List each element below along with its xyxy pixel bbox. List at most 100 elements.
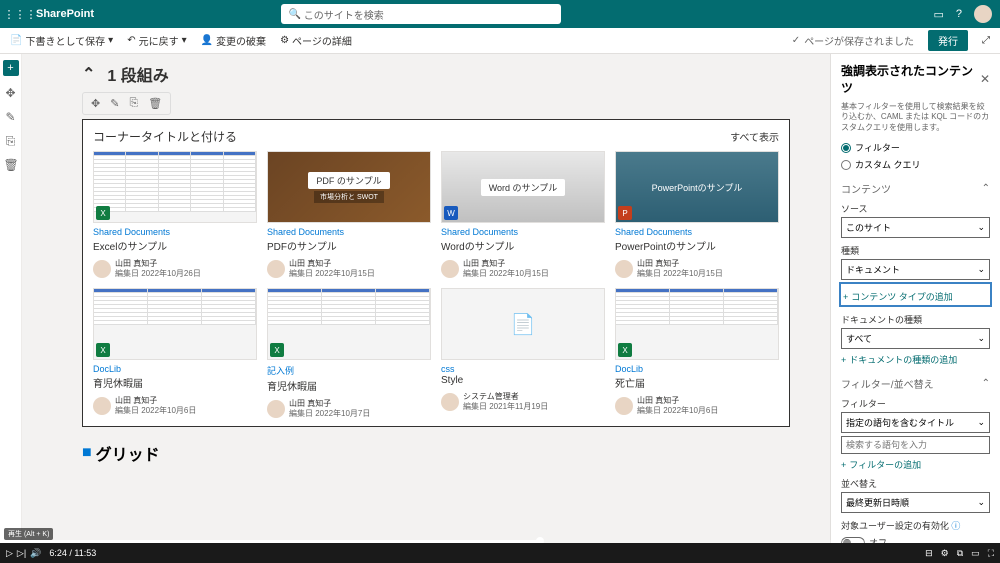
filter-radio[interactable]: フィルター <box>841 141 990 154</box>
filter-term-input[interactable] <box>841 436 990 454</box>
chevron-up-icon[interactable]: ⌃ <box>82 64 95 84</box>
delete-icon[interactable]: 🗑 <box>148 97 162 110</box>
doc-title: 死亡届 <box>615 375 779 390</box>
doc-card[interactable]: Word のサンプルW Shared Documents Wordのサンプル 山… <box>441 151 605 278</box>
theater-icon[interactable]: ▭ <box>971 548 980 559</box>
add-section-button[interactable]: + <box>3 60 19 76</box>
doc-folder: DocLib <box>93 364 257 374</box>
content-section-label[interactable]: コンテンツ⌃ <box>841 181 990 196</box>
author-avatar <box>93 397 111 415</box>
author-avatar <box>441 393 459 411</box>
doc-title: PowerPointのサンプル <box>615 238 779 253</box>
edit-date: 編集日 2022年10月6日 <box>115 406 196 416</box>
doc-title: 育児休暇届 <box>267 378 431 393</box>
fullscreen-icon[interactable]: ⛶ <box>988 548 994 559</box>
chevron-down-icon: ⌄ <box>977 417 985 428</box>
doc-card[interactable]: PDF のサンプル市場分析と SWOT Shared Documents PDF… <box>267 151 431 278</box>
close-icon[interactable]: ✕ <box>980 72 990 86</box>
edit-date: 編集日 2022年10月15日 <box>289 269 375 279</box>
chevron-down-icon: ⌄ <box>977 497 985 508</box>
sort-dropdown[interactable]: 最終更新日時順⌄ <box>841 492 990 513</box>
doc-title: PDFのサンプル <box>267 238 431 253</box>
video-player: ▷ ▷| 🔊 6:24 / 11:53 ⊟ ⚙ ⧉ ▭ ⛶ <box>0 543 1000 563</box>
author-name: システム管理者 <box>463 392 548 402</box>
webpart-title[interactable]: コーナータイトルと付ける <box>93 128 237 145</box>
source-dropdown[interactable]: このサイト⌄ <box>841 217 990 238</box>
doc-card[interactable]: 📄 css Style システム管理者編集日 2021年11月19日 <box>441 288 605 418</box>
move-icon[interactable]: ✥ <box>91 97 100 110</box>
doctype-dropdown[interactable]: すべて⌄ <box>841 328 990 349</box>
doctype-label: ドキュメントの種類 <box>841 313 990 326</box>
doc-folder: Shared Documents <box>615 227 779 237</box>
expand-icon[interactable]: ⤢ <box>982 35 990 46</box>
volume-icon[interactable]: 🔊 <box>30 548 41 559</box>
chevron-up-icon: ⌃ <box>982 183 990 194</box>
add-filter-link[interactable]: + フィルターの追加 <box>841 458 990 471</box>
panel-description: 基本フィルターを使用して検索結果を絞り込むか、CAML または KQL コードの… <box>841 102 990 133</box>
suite-header: ⋮⋮⋮ SharePoint 🔍 このサイトを検索 ▭ ? <box>0 0 1000 28</box>
saved-status: ✓ ページが保存されました <box>792 33 914 48</box>
publish-button[interactable]: 発行 <box>928 30 968 51</box>
edit-date: 編集日 2022年10月15日 <box>637 269 723 279</box>
doc-folder: css <box>441 364 605 374</box>
captions-icon[interactable]: ⊟ <box>925 548 933 559</box>
highlighted-content-webpart[interactable]: コーナータイトルと付ける すべて表示 X Shared Documents Ex… <box>82 119 790 427</box>
edit-icon[interactable]: ✎ <box>4 110 18 124</box>
app-name: SharePoint <box>36 8 94 20</box>
chevron-down-icon: ⌄ <box>977 264 985 275</box>
page-details-button[interactable]: ⚙ ページの詳細 <box>280 33 352 48</box>
delete-icon[interactable]: 🗑 <box>4 158 18 172</box>
add-doctype-link[interactable]: + ドキュメントの種類の追加 <box>841 353 990 366</box>
doc-folder: Shared Documents <box>267 227 431 237</box>
add-content-type-link[interactable]: + コンテンツ タイプの追加 <box>843 290 988 303</box>
time-display: 6:24 / 11:53 <box>49 548 96 558</box>
section-title-row: ⌃ 1 段組み <box>82 62 790 86</box>
grid-heading: ■グリッド <box>82 441 790 465</box>
pip-icon[interactable]: ⧉ <box>957 548 963 559</box>
canvas: ⌃ 1 段組み ✥ ✎ ⎘ 🗑 コーナータイトルと付ける すべて表示 X Sha… <box>22 54 830 543</box>
see-all-link[interactable]: すべて表示 <box>730 129 779 144</box>
doc-card[interactable]: X 記入例 育児休暇届 山田 真知子編集日 2022年10月7日 <box>267 288 431 418</box>
doc-card[interactable]: X Shared Documents Excelのサンプル 山田 真知子編集日 … <box>93 151 257 278</box>
discard-button[interactable]: 👤 変更の破棄 <box>201 33 266 48</box>
doc-title: 育児休暇届 <box>93 375 257 390</box>
property-panel: 強調表示されたコンテンツ ✕ 基本フィルターを使用して検索結果を絞り込むか、CA… <box>830 54 1000 543</box>
author-avatar <box>93 260 111 278</box>
doc-card[interactable]: X DocLib 育児休暇届 山田 真知子編集日 2022年10月6日 <box>93 288 257 418</box>
doc-card[interactable]: PowerPointのサンプルP Shared Documents PowerP… <box>615 151 779 278</box>
panel-title: 強調表示されたコンテンツ <box>841 62 980 96</box>
author-name: 山田 真知子 <box>289 259 375 269</box>
search-icon: 🔍 <box>289 9 301 20</box>
megaphone-icon[interactable]: ▭ <box>933 8 943 21</box>
doc-card[interactable]: X DocLib 死亡届 山田 真知子編集日 2022年10月6日 <box>615 288 779 418</box>
doc-title: Excelのサンプル <box>93 238 257 253</box>
author-name: 山田 真知子 <box>637 259 723 269</box>
filter-title-dropdown[interactable]: 指定の語句を含むタイトル⌄ <box>841 412 990 433</box>
undo-button[interactable]: ↶ 元に戻す ▾ <box>127 33 186 48</box>
waffle-icon[interactable]: ⋮⋮⋮ <box>8 8 32 21</box>
next-button[interactable]: ▷| <box>17 548 26 559</box>
copy-icon[interactable]: ⎘ <box>4 134 18 148</box>
chevron-down-icon: ⌄ <box>977 222 985 233</box>
author-name: 山田 真知子 <box>637 396 718 406</box>
help-icon[interactable]: ? <box>956 8 962 20</box>
caml-radio[interactable]: カスタム クエリ <box>841 158 990 171</box>
filter-section-label[interactable]: フィルター/並べ替え⌃ <box>841 376 990 391</box>
section-title: 1 段組み <box>107 62 168 86</box>
move-icon[interactable]: ✥ <box>4 86 18 100</box>
copy-icon[interactable]: ⎘ <box>129 97 138 110</box>
save-draft-button[interactable]: 📄 下書きとして保存 ▾ <box>10 33 113 48</box>
webpart-toolbar: ✥ ✎ ⎘ 🗑 <box>82 92 171 115</box>
author-avatar <box>267 400 285 418</box>
doc-folder: DocLib <box>615 364 779 374</box>
edit-icon[interactable]: ✎ <box>110 97 119 110</box>
chevron-up-icon: ⌃ <box>982 378 990 389</box>
play-button[interactable]: ▷ <box>6 548 13 559</box>
settings-icon[interactable]: ⚙ <box>941 548 949 559</box>
command-bar: 📄 下書きとして保存 ▾ ↶ 元に戻す ▾ 👤 変更の破棄 ⚙ ページの詳細 ✓… <box>0 28 1000 54</box>
left-rail: + ✥ ✎ ⎘ 🗑 <box>0 54 22 543</box>
search-box[interactable]: 🔍 このサイトを検索 <box>281 4 561 24</box>
type-dropdown[interactable]: ドキュメント⌄ <box>841 259 990 280</box>
author-avatar <box>267 260 285 278</box>
avatar[interactable] <box>974 5 992 23</box>
